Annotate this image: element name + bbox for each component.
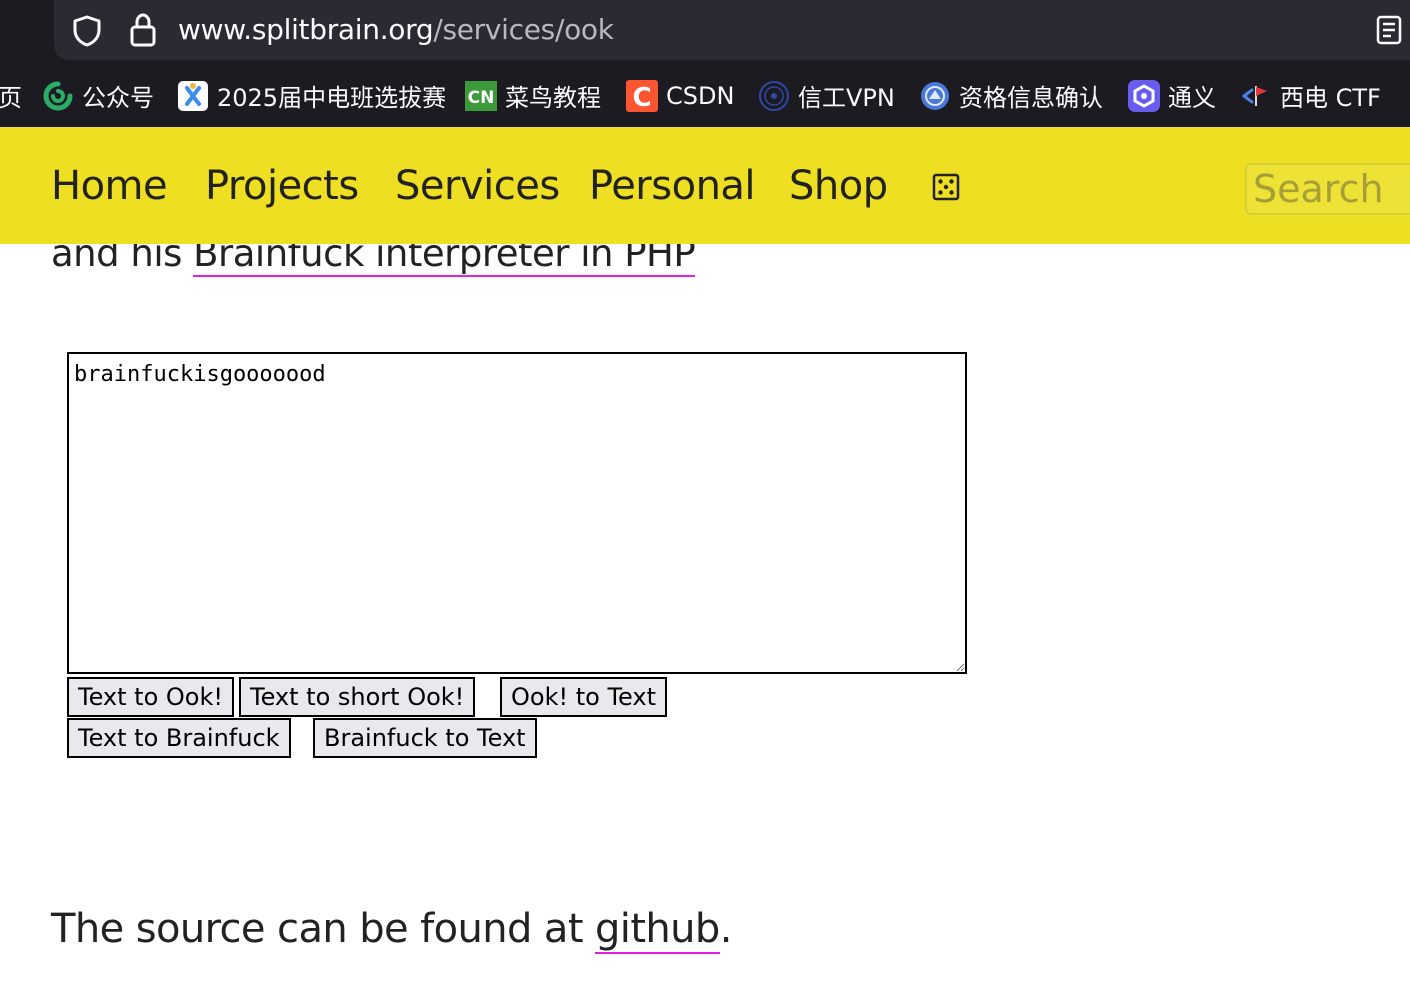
shield-icon[interactable]	[70, 14, 104, 48]
text-to-brainfuck-button[interactable]: Text to Brainfuck	[67, 718, 291, 758]
bookmark-label: 菜鸟教程	[505, 84, 601, 112]
bookmark-label: 信工VPN	[798, 84, 895, 112]
text-to-short-ook-button[interactable]: Text to short Ook!	[239, 677, 476, 717]
github-link[interactable]: github	[595, 906, 720, 954]
bookmark-contest[interactable]: 2025届中电班选拔赛	[177, 64, 446, 127]
site-navigation: Home Projects Services Personal Shop	[0, 127, 1410, 244]
nav-services[interactable]: Services	[395, 163, 560, 209]
nav-projects[interactable]: Projects	[205, 163, 359, 209]
runoob-icon-text: CN	[468, 88, 495, 108]
browser-toolbar: www.splitbrain.org/services/ook	[0, 0, 1410, 64]
university-badge-icon	[921, 81, 949, 110]
ook-textarea[interactable]: brainfuckisgooooood	[67, 352, 967, 674]
bookmark-label: 公众号	[82, 84, 154, 112]
lock-icon[interactable]	[128, 12, 158, 48]
bookmark-vpn[interactable]: 信工VPN	[758, 64, 895, 127]
dice-icon[interactable]	[932, 173, 960, 201]
contest-icon	[178, 80, 208, 111]
bookmark-runoob[interactable]: CN 菜鸟教程	[465, 64, 601, 127]
url-host: www.splitbrain.org	[178, 13, 434, 46]
bookmark-ctf[interactable]: 西电 CTF	[1240, 64, 1381, 127]
bookmark-home-partial[interactable]: 页	[0, 64, 22, 127]
bookmark-label: 通义	[1168, 84, 1216, 112]
url-text[interactable]: www.splitbrain.org/services/ook	[178, 13, 614, 46]
csdn-icon-text: C	[632, 83, 651, 112]
bookmark-csdn[interactable]: C CSDN	[626, 64, 734, 127]
bookmarks-bar: 页 公众号 2025届中电班选拔赛 CN 菜鸟教程 C CSDN 信工VPN 资…	[0, 64, 1410, 127]
bookmark-tongyi[interactable]: 通义	[1128, 64, 1216, 127]
source-suffix: .	[719, 906, 733, 952]
runoob-cn-icon: CN	[465, 80, 497, 111]
source-text: The source can be found at github.	[51, 906, 733, 954]
nav-shop[interactable]: Shop	[789, 163, 888, 209]
nav-personal[interactable]: Personal	[589, 163, 756, 209]
brainfuck-to-text-button[interactable]: Brainfuck to Text	[313, 718, 537, 758]
bookmark-label: 西电 CTF	[1280, 84, 1381, 112]
bookmark-wechat[interactable]: 公众号	[42, 64, 154, 127]
bookmark-label: 2025届中电班选拔赛	[217, 84, 447, 112]
ook-to-text-button[interactable]: Ook! to Text	[500, 677, 667, 717]
bookmark-label: CSDN	[666, 81, 735, 110]
ctf-flag-icon	[1242, 85, 1267, 106]
nav-home[interactable]: Home	[51, 163, 168, 209]
bookmark-label: 资格信息确认	[959, 84, 1103, 112]
reader-view-icon[interactable]	[1374, 14, 1404, 46]
university-seal-icon	[759, 80, 789, 111]
tongyi-icon	[1128, 79, 1160, 112]
wechat-official-icon	[43, 81, 73, 110]
bookmark-qualification[interactable]: 资格信息确认	[919, 64, 1103, 127]
search-input[interactable]	[1245, 163, 1410, 215]
bookmark-label: 页	[0, 84, 22, 112]
url-path: /services/ook	[433, 13, 614, 46]
text-to-ook-button[interactable]: Text to Ook!	[67, 677, 234, 717]
csdn-icon: C	[626, 79, 658, 112]
source-prefix: The source can be found at	[51, 906, 596, 952]
